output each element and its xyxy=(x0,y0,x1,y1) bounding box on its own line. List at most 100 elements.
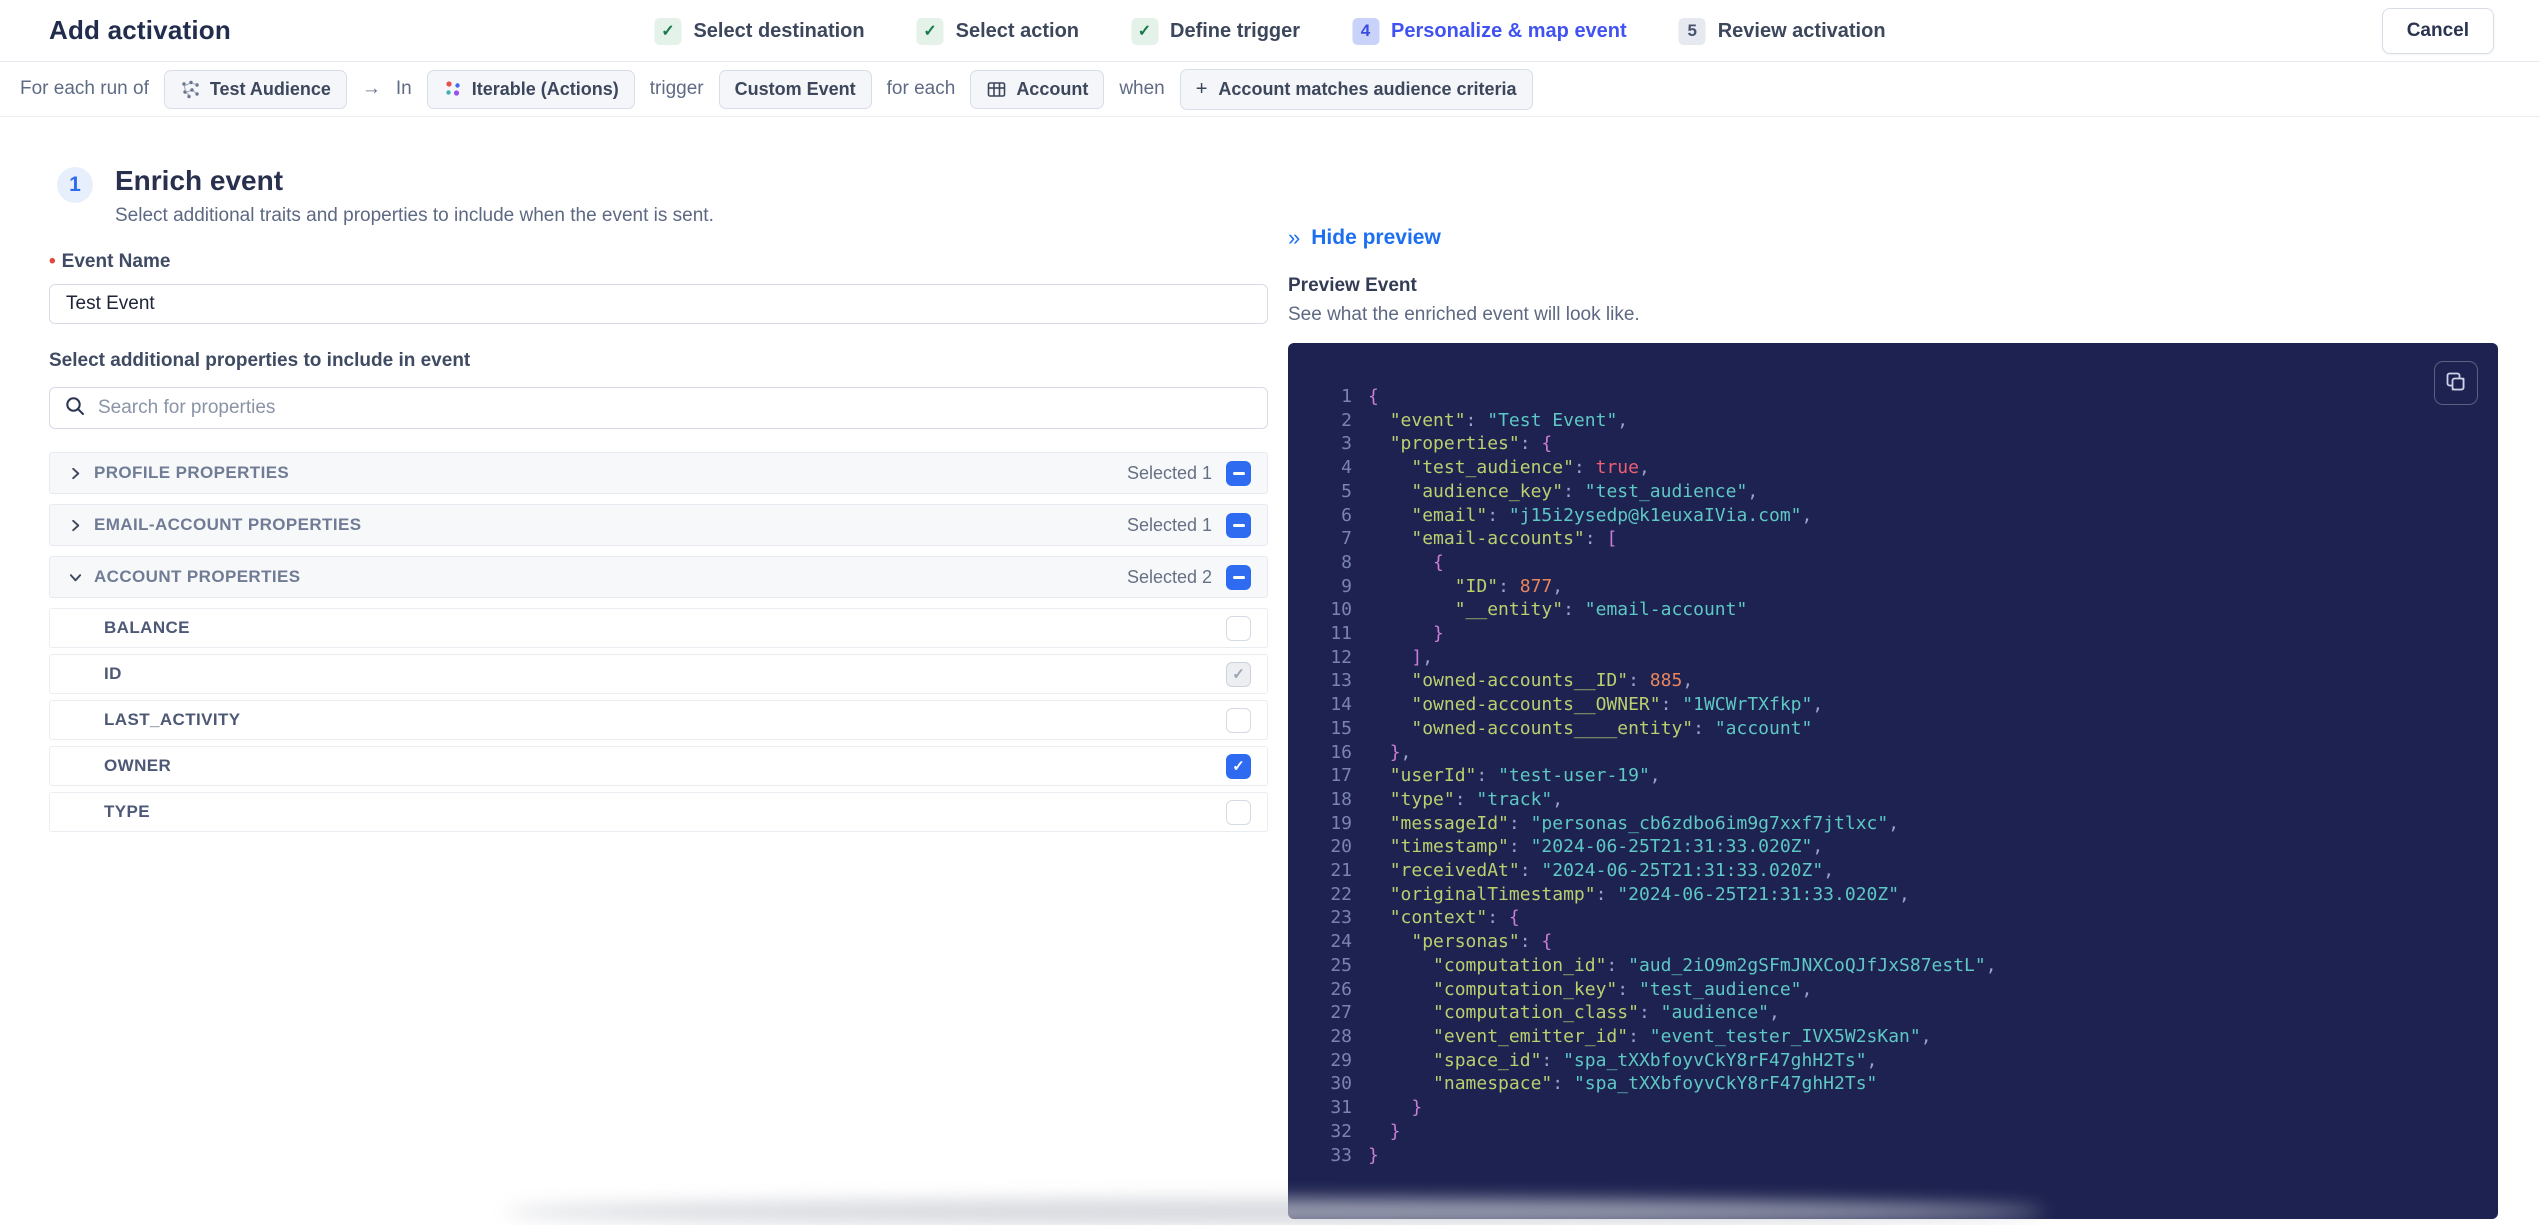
step-5[interactable]: 5 Review activation xyxy=(1679,18,1886,45)
group-checkbox[interactable] xyxy=(1226,461,1251,486)
page-title: Add activation xyxy=(49,15,231,46)
property-label: BALANCE xyxy=(104,618,190,638)
code-line: 16 }, xyxy=(1318,741,2478,765)
step-number-badge: 5 xyxy=(1679,18,1706,45)
property-row-id: ID ✓ xyxy=(49,654,1268,694)
code-line: 4 "test_audience": true, xyxy=(1318,456,2478,480)
code-line: 23 "context": { xyxy=(1318,906,2478,930)
property-search[interactable] xyxy=(49,387,1268,429)
selected-count: Selected 2 xyxy=(1127,567,1212,588)
check-icon: ✓ xyxy=(654,18,681,45)
group-checkbox[interactable] xyxy=(1226,565,1251,590)
hide-preview-link[interactable]: » Hide preview xyxy=(1288,225,1441,251)
group-row-email-account-properties[interactable]: EMAIL-ACCOUNT PROPERTIESSelected 1 xyxy=(49,504,1268,546)
code-line: 33} xyxy=(1318,1144,2478,1168)
section-title: Enrich event xyxy=(115,165,714,197)
group-row-account-properties[interactable]: ACCOUNT PROPERTIES Selected 2 xyxy=(49,556,1268,598)
top-header: Add activation ✓ Select destination ✓Selec… xyxy=(0,0,2540,62)
property-row-last_activity: LAST_ACTIVITY xyxy=(49,700,1268,740)
search-input[interactable] xyxy=(98,397,1253,419)
iterable-icon xyxy=(443,79,463,99)
trigger-bar-text: trigger xyxy=(650,78,704,100)
section-number-badge: 1 xyxy=(57,167,93,203)
property-checkbox[interactable]: ✓ xyxy=(1226,754,1251,779)
property-row-owner: OWNER ✓ xyxy=(49,746,1268,786)
group-label: ACCOUNT PROPERTIES xyxy=(94,567,301,587)
chip-account[interactable]: Account xyxy=(970,70,1104,109)
step-3[interactable]: ✓ Define trigger xyxy=(1131,18,1300,45)
code-line: 29 "space_id": "spa_tXXbfoyvCkY8rF47ghH2… xyxy=(1318,1049,2478,1073)
code-line: 6 "email": "j15i2ysedp@k1euxaIVia.com", xyxy=(1318,504,2478,528)
code-line: 17 "userId": "test-user-19", xyxy=(1318,764,2478,788)
code-line: 5 "audience_key": "test_audience", xyxy=(1318,480,2478,504)
selected-count: Selected 1 xyxy=(1127,463,1212,484)
trigger-bar-text: for each xyxy=(887,78,956,100)
property-label: OWNER xyxy=(104,756,171,776)
group-checkbox[interactable] xyxy=(1226,513,1251,538)
chip-label: Iterable (Actions) xyxy=(472,79,619,100)
step-label: Define trigger xyxy=(1170,20,1300,43)
chip-label: Test Audience xyxy=(210,79,331,100)
group-label: PROFILE PROPERTIES xyxy=(94,463,289,483)
event-name-input[interactable] xyxy=(49,284,1268,324)
step-number-badge: 4 xyxy=(1352,18,1379,45)
step-label: Review activation xyxy=(1718,20,1886,43)
event-name-label: • Event Name xyxy=(49,251,1268,273)
code-line: 3 "properties": { xyxy=(1318,432,2478,456)
code-line: 24 "personas": { xyxy=(1318,930,2478,954)
enrich-event-panel: 1 Enrich event Select additional traits … xyxy=(49,117,1268,1219)
chevron-right-icon xyxy=(68,518,94,533)
audience-icon xyxy=(180,79,201,100)
step-2[interactable]: ✓Select action xyxy=(917,18,1079,45)
step-4[interactable]: 4Personalize & map event xyxy=(1352,18,1627,45)
step-label: Select destination xyxy=(693,20,864,43)
code-line: 32 } xyxy=(1318,1120,2478,1144)
copy-button[interactable] xyxy=(2434,361,2478,405)
chip-label: Custom Event xyxy=(735,79,856,100)
property-groups: PROFILE PROPERTIES Selected 1 EMAIL-ACCOUN… xyxy=(49,452,1268,832)
stepper: ✓ Select destination ✓Select action ✓ Define… xyxy=(654,0,1885,62)
code-line: 14 "owned-accounts__OWNER": "1WCWrTXfkp"… xyxy=(1318,693,2478,717)
code-line: 27 "computation_class": "audience", xyxy=(1318,1001,2478,1025)
additional-properties-label: Select additional properties to include … xyxy=(49,350,1268,372)
enrich-event-header: 1 Enrich event Select additional traits … xyxy=(49,165,1268,227)
chip-test-audience[interactable]: Test Audience xyxy=(164,70,347,109)
trigger-bar-text: For each run of xyxy=(20,78,149,100)
code-line: 18 "type": "track", xyxy=(1318,788,2478,812)
chevron-down-icon xyxy=(68,570,94,585)
code-line: 12 ], xyxy=(1318,646,2478,670)
step-1[interactable]: ✓ Select destination xyxy=(654,18,864,45)
event-json-preview: 1{2 "event": "Test Event",3 "properties"… xyxy=(1288,343,2498,1219)
preview-title: Preview Event xyxy=(1288,275,2498,297)
property-row-type: TYPE xyxy=(49,792,1268,832)
code-line: 22 "originalTimestamp": "2024-06-25T21:3… xyxy=(1318,883,2478,907)
json-code: 1{2 "event": "Test Event",3 "properties"… xyxy=(1318,385,2478,1167)
group-row-profile-properties[interactable]: PROFILE PROPERTIES Selected 1 xyxy=(49,452,1268,494)
trigger-summary-bar: For each run of Test Audience → In Iterable … xyxy=(0,62,2540,117)
chip-account-matches-audience-criteria[interactable]: +Account matches audience criteria xyxy=(1180,69,1533,110)
table-icon xyxy=(986,79,1007,100)
property-label: ID xyxy=(104,664,122,684)
code-line: 8 { xyxy=(1318,551,2478,575)
cancel-button[interactable]: Cancel xyxy=(2382,8,2494,54)
chip-label: Account matches audience criteria xyxy=(1218,79,1516,100)
property-label: TYPE xyxy=(104,802,150,822)
chip-iterable-actions-[interactable]: Iterable (Actions) xyxy=(427,70,635,109)
property-checkbox[interactable] xyxy=(1226,708,1251,733)
property-checkbox[interactable] xyxy=(1226,616,1251,641)
code-line: 9 "ID": 877, xyxy=(1318,575,2478,599)
chip-custom-event[interactable]: Custom Event xyxy=(719,70,872,109)
code-line: 13 "owned-accounts__ID": 885, xyxy=(1318,669,2478,693)
trigger-bar-text: → xyxy=(362,78,381,100)
property-label: LAST_ACTIVITY xyxy=(104,710,241,730)
code-line: 26 "computation_key": "test_audience", xyxy=(1318,978,2478,1002)
trigger-bar-text: In xyxy=(396,78,412,100)
group-label: EMAIL-ACCOUNT PROPERTIES xyxy=(94,515,361,535)
code-line: 31 } xyxy=(1318,1096,2478,1120)
chevrons-right-icon: » xyxy=(1288,225,1300,251)
property-checkbox[interactable] xyxy=(1226,800,1251,825)
check-icon: ✓ xyxy=(1131,18,1158,45)
property-row-balance: BALANCE xyxy=(49,608,1268,648)
property-checkbox[interactable]: ✓ xyxy=(1226,662,1251,687)
chip-label: Account xyxy=(1016,79,1088,100)
